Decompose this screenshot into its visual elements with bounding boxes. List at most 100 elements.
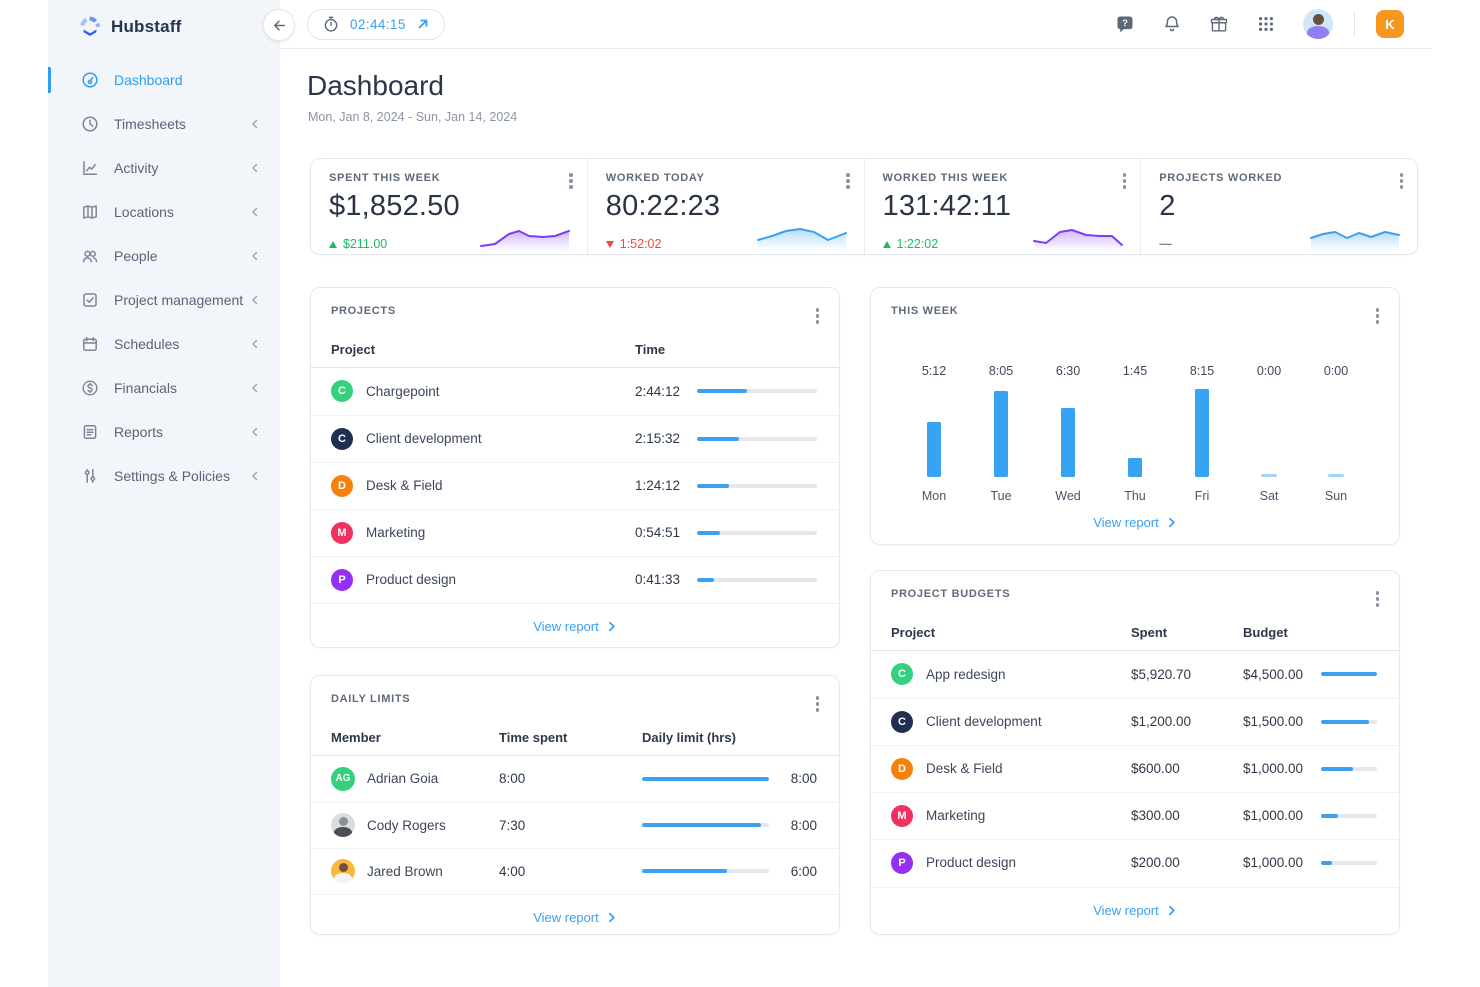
sidebar-item-project-management[interactable]: Project management (48, 278, 280, 322)
chevron-right-icon (1166, 517, 1177, 528)
kebab-menu-icon[interactable] (810, 303, 826, 329)
brand-logo[interactable]: Hubstaff (48, 0, 280, 39)
budget-amount: $4,500.00 (1243, 667, 1313, 682)
project-time: 2:15:32 (635, 431, 687, 446)
budget-row-app-redesign[interactable]: CApp redesign$5,920.70$4,500.00 (871, 651, 1399, 698)
sidebar-item-locations[interactable]: Locations (48, 190, 280, 234)
member-avatar: AG (331, 767, 355, 791)
time-progress-bar (697, 484, 817, 488)
gift-icon[interactable] (1209, 14, 1229, 34)
sidebar-item-label: Reports (114, 424, 250, 440)
budget-amount: $1,000.00 (1243, 855, 1313, 870)
timer-value: 02:44:15 (350, 17, 406, 32)
sidebar-item-reports[interactable]: Reports (48, 410, 280, 454)
project-avatar: M (331, 522, 353, 544)
sidebar-item-dashboard[interactable]: Dashboard (48, 58, 280, 102)
date-range: Mon, Jan 8, 2024 - Sun, Jan 14, 2024 (308, 110, 517, 124)
budget-row-marketing[interactable]: MMarketing$300.00$1,000.00 (871, 792, 1399, 839)
column-spent: Spent (1131, 625, 1243, 640)
project-time: 0:41:33 (635, 572, 687, 587)
svg-text:?: ? (1122, 18, 1128, 29)
sparkline-chart (479, 223, 571, 251)
budget-progress-bar (1321, 672, 1377, 676)
stat-worked-this-week: WORKED THIS WEEK131:42:111:22:02 (864, 159, 1141, 254)
delta-value: 1:22:02 (897, 237, 939, 251)
time-progress-bar (697, 531, 817, 535)
spent-amount: $5,920.70 (1131, 667, 1243, 682)
apps-grid-icon[interactable] (1256, 14, 1276, 34)
hubstaff-dashboard: { "brand": { "name": "Hubstaff" }, "topb… (0, 0, 1480, 987)
project-row-client-development[interactable]: CClient development2:15:32 (311, 415, 839, 462)
sidebar-collapse-button[interactable] (263, 9, 295, 41)
help-icon[interactable]: ? (1115, 14, 1135, 34)
sidebar-item-activity[interactable]: Activity (48, 146, 280, 190)
time-spent: 7:30 (499, 818, 642, 833)
chevron-right-icon (606, 621, 617, 632)
clock-icon (81, 115, 99, 133)
sidebar-item-timesheets[interactable]: Timesheets (48, 102, 280, 146)
sidebar-item-schedules[interactable]: Schedules (48, 322, 280, 366)
member-row-cody-rogers[interactable]: Cody Rogers7:308:00 (311, 802, 839, 848)
chart-bar[interactable] (927, 422, 941, 477)
kebab-menu-icon[interactable] (810, 691, 826, 717)
organization-badge[interactable]: K (1376, 10, 1404, 38)
member-row-jared-brown[interactable]: Jared Brown4:006:00 (311, 848, 839, 894)
bar-value-label: 5:12 (922, 364, 946, 381)
table-header: Member Time spent Daily limit (hrs) (311, 724, 839, 756)
chevron-right-icon (1166, 905, 1177, 916)
chart-bar[interactable] (994, 391, 1008, 477)
chart-column-fri: 8:15Fri (1181, 364, 1223, 503)
member-row-adrian-goia[interactable]: AGAdrian Goia8:008:00 (311, 756, 839, 802)
view-report-link[interactable]: View report (311, 603, 839, 650)
timer-widget[interactable]: 02:44:15 (307, 9, 445, 40)
bar-value-label: 0:00 (1257, 364, 1281, 381)
project-row-marketing[interactable]: MMarketing0:54:51 (311, 509, 839, 556)
user-avatar[interactable] (1303, 9, 1333, 39)
kebab-menu-icon[interactable] (840, 168, 856, 194)
project-avatar: P (331, 569, 353, 591)
stat-label: PROJECTS WORKED (1159, 172, 1401, 184)
column-budget: Budget (1243, 625, 1377, 640)
chart-bar[interactable] (1195, 389, 1209, 477)
view-report-link[interactable]: View report (871, 887, 1399, 934)
sidebar-item-people[interactable]: People (48, 234, 280, 278)
chart-bar-zero (1328, 474, 1344, 477)
sparkline-chart (756, 223, 848, 251)
kebab-menu-icon[interactable] (1394, 168, 1410, 194)
member-name: Jared Brown (367, 864, 443, 879)
project-row-chargepoint[interactable]: CChargepoint2:44:12 (311, 368, 839, 415)
budget-amount: $1,000.00 (1243, 761, 1313, 776)
stats-summary-row: SPENT THIS WEEK$1,852.50$211.00WORKED TO… (310, 158, 1418, 255)
time-spent: 8:00 (499, 771, 642, 786)
budget-row-product-design[interactable]: PProduct design$200.00$1,000.00 (871, 839, 1399, 886)
kebab-menu-icon[interactable] (1370, 303, 1386, 329)
chevron-left-icon (250, 207, 260, 217)
people-icon (81, 247, 99, 265)
sparkline-chart (1032, 223, 1124, 251)
stat-worked-today: WORKED TODAY80:22:231:52:02 (587, 159, 864, 254)
kebab-menu-icon[interactable] (1370, 586, 1386, 612)
project-name: Product design (926, 855, 1131, 870)
calendar-icon (81, 335, 99, 353)
hubstaff-logo-icon (78, 15, 102, 39)
budget-row-client-development[interactable]: CClient development$1,200.00$1,500.00 (871, 698, 1399, 745)
project-row-product-design[interactable]: PProduct design0:41:33 (311, 556, 839, 603)
page-title: Dashboard (307, 70, 444, 102)
budget-amount: $1,500.00 (1243, 714, 1313, 729)
kebab-menu-icon[interactable] (563, 168, 579, 194)
triangle-up-icon (883, 241, 891, 248)
topbar-divider (1354, 11, 1355, 37)
chart-bar[interactable] (1128, 458, 1142, 477)
project-row-desk-field[interactable]: DDesk & Field1:24:12 (311, 462, 839, 509)
sidebar-item-settings-policies[interactable]: Settings & Policies (48, 454, 280, 498)
chart-bar[interactable] (1061, 408, 1075, 477)
view-report-link[interactable]: View report (871, 505, 1399, 544)
bar-value-label: 8:05 (989, 364, 1013, 381)
column-time-spent: Time spent (499, 730, 642, 745)
view-report-link[interactable]: View report (311, 894, 839, 941)
bell-icon[interactable] (1162, 14, 1182, 34)
open-timer-icon[interactable] (416, 17, 430, 31)
budget-row-desk-field[interactable]: DDesk & Field$600.00$1,000.00 (871, 745, 1399, 792)
kebab-menu-icon[interactable] (1117, 168, 1133, 194)
sidebar-item-financials[interactable]: Financials (48, 366, 280, 410)
